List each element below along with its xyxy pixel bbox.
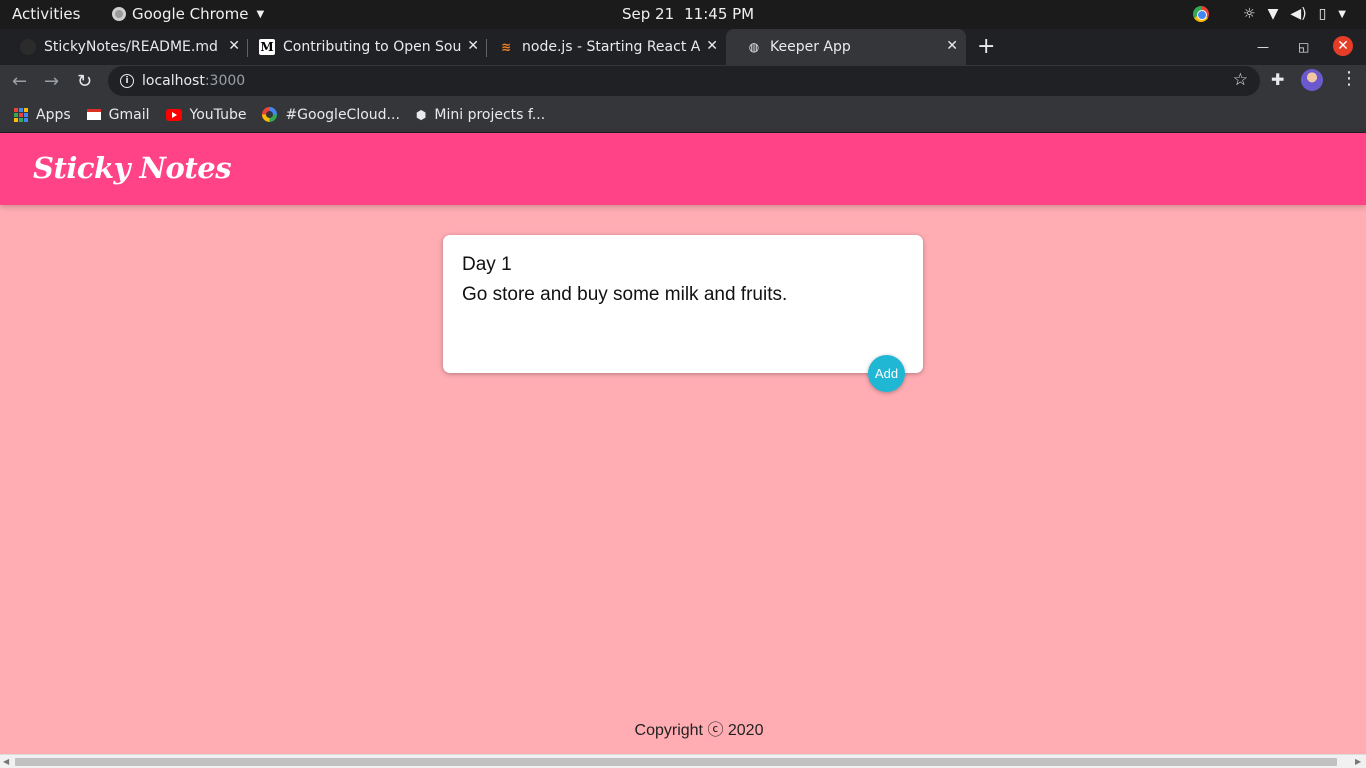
bookmark-label: Apps — [36, 106, 71, 123]
wifi-icon: ▼ — [1267, 6, 1279, 22]
add-note-button[interactable]: Add — [868, 355, 905, 392]
tab-nodejs[interactable]: ≋ node.js - Starting React App ✕ — [478, 29, 726, 65]
app-title: Sticky Notes — [33, 151, 232, 185]
bookmarks-bar: Apps Gmail YouTube #GoogleCloud... ⬢ Min… — [0, 97, 1366, 133]
more-menu-icon[interactable]: ⋮ — [1340, 68, 1358, 89]
app-menu[interactable]: Google Chrome ▼ — [112, 5, 264, 23]
clock[interactable]: Sep 21 11:45 PM — [622, 5, 754, 23]
app-menu-label: Google Chrome — [132, 5, 249, 23]
bookmark-apps[interactable]: Apps — [14, 107, 71, 123]
copyright-text: Copyright ⓒ 2020 — [634, 722, 764, 739]
bookmark-label: Gmail — [108, 106, 150, 123]
info-icon[interactable]: i — [120, 74, 134, 88]
bookmark-gmail[interactable]: Gmail — [86, 106, 150, 123]
close-tab-icon[interactable]: ✕ — [946, 38, 958, 54]
youtube-icon — [165, 108, 182, 121]
close-window-button[interactable]: ✕ — [1333, 36, 1353, 56]
forward-arrow-icon[interactable]: → — [44, 71, 59, 92]
hexagon-icon: ⬢ — [415, 107, 427, 122]
bookmark-label: Mini projects f... — [434, 106, 546, 123]
browser-toolbar: ← → ↻ i localhost:3000 ☆ ✚ ⋮ — [0, 65, 1366, 97]
restore-button[interactable]: ◱ — [1298, 29, 1309, 65]
minimize-button[interactable]: — — [1257, 29, 1269, 65]
bookmark-label: #GoogleCloud... — [285, 106, 400, 123]
scroll-left-arrow-icon[interactable]: ◀ — [3, 757, 9, 766]
clock-time: 11:45 PM — [684, 5, 755, 23]
volume-icon: ◀) — [1290, 6, 1307, 22]
address-bar[interactable]: i localhost:3000 ☆ — [108, 66, 1260, 96]
scrollbar-thumb[interactable] — [15, 758, 1337, 766]
tab-title: StickyNotes/README.md — [44, 39, 218, 55]
stackoverflow-icon: ≋ — [500, 40, 512, 54]
note-content-textarea[interactable]: Go store and buy some milk and fruits. — [462, 284, 787, 306]
note-title-input[interactable]: Day 1 — [462, 254, 512, 276]
horizontal-scrollbar[interactable]: ◀ ▶ — [0, 754, 1366, 768]
tab-readme[interactable]: StickyNotes/README.md ✕ — [0, 29, 248, 65]
tab-title: Contributing to Open Source — [283, 39, 461, 55]
bookmark-youtube[interactable]: YouTube — [165, 106, 247, 123]
new-tab-button[interactable]: + — [977, 34, 995, 59]
github-icon — [20, 39, 36, 55]
google-icon — [262, 107, 278, 122]
back-arrow-icon[interactable]: ← — [12, 71, 27, 92]
chrome-icon — [112, 7, 126, 21]
scroll-right-arrow-icon[interactable]: ▶ — [1355, 757, 1361, 766]
brightness-icon: ☼ — [1243, 6, 1256, 22]
close-tab-icon[interactable]: ✕ — [706, 38, 718, 54]
medium-icon: M — [259, 39, 275, 55]
system-top-bar: Activities Google Chrome ▼ Sep 21 11:45 … — [0, 0, 1366, 29]
chrome-tray-icon[interactable] — [1193, 6, 1209, 22]
footer: Copyright ⓒ 2020 — [0, 716, 1366, 740]
tab-contributing[interactable]: M Contributing to Open Source ✕ — [239, 29, 487, 65]
bookmark-label: YouTube — [189, 106, 247, 123]
battery-icon: ▯ — [1318, 6, 1327, 22]
url-port: :3000 — [204, 73, 246, 89]
globe-icon: ◍ — [748, 40, 760, 54]
clock-date: Sep 21 — [622, 5, 675, 23]
bookmark-googlecloud[interactable]: #GoogleCloud... — [262, 106, 400, 123]
tab-title: Keeper App — [770, 39, 851, 55]
extensions-puzzle-icon[interactable]: ✚ — [1271, 70, 1284, 89]
apps-grid-icon — [14, 107, 28, 122]
profile-avatar[interactable] — [1301, 69, 1323, 91]
caret-down-icon: ▼ — [1338, 8, 1346, 20]
app-header: Sticky Notes — [0, 133, 1366, 205]
tab-strip: StickyNotes/README.md ✕ M Contributing t… — [0, 29, 1366, 65]
gmail-icon — [86, 109, 101, 120]
url-host: localhost — [142, 73, 205, 89]
tab-title: node.js - Starting React App — [522, 39, 700, 55]
system-tray[interactable]: ☼ ▼ ◀) ▯ ▼ — [1193, 6, 1346, 22]
activities-button[interactable]: Activities — [12, 5, 80, 23]
note-form: Day 1 Go store and buy some milk and fru… — [443, 235, 923, 373]
reload-icon[interactable]: ↻ — [77, 71, 92, 92]
caret-down-icon: ▼ — [256, 8, 265, 20]
bookmark-star-icon[interactable]: ☆ — [1233, 70, 1248, 90]
bookmark-mini-projects[interactable]: ⬢ Mini projects f... — [416, 107, 545, 123]
tab-keeper-app[interactable]: ◍ Keeper App ✕ — [726, 29, 966, 65]
